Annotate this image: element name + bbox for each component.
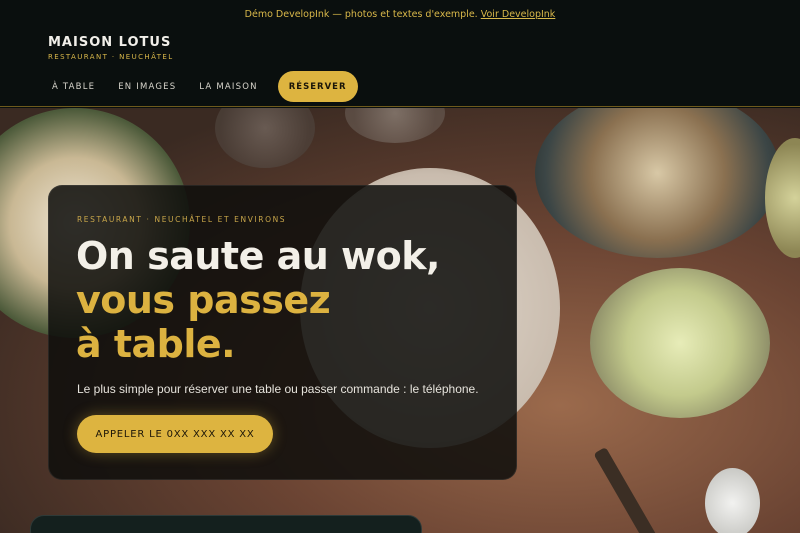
hero-headline: On saute au wok, vous passez à table. [76,234,440,366]
hero-lead: Le plus simple pour réserver une table o… [77,382,479,396]
call-button[interactable]: APPELER LE 0XX XXX XX XX [77,415,273,453]
glass-image [215,108,315,168]
demo-banner-link[interactable]: Voir DevelopInk [481,9,556,20]
lemonade-glass-image [590,268,770,418]
brand-name: MAISON LOTUS [48,35,172,50]
nav-item-la-maison[interactable]: LA MAISON [199,82,257,92]
glass-image-2 [345,108,445,143]
hero-headline-line-1: On saute au wok, [76,234,440,278]
brand-tagline: RESTAURANT · NEUCHÂTEL [48,53,174,61]
rice-bowl-image [535,108,780,258]
nav-item-a-table[interactable]: À TABLE [52,82,95,92]
hero-card: RESTAURANT · NEUCHÂTEL ET ENVIRONS On sa… [48,185,517,480]
chopsticks-image [593,446,661,533]
demo-banner-text: Démo DevelopInk — photos et textes d'exe… [244,9,478,20]
hero-headline-line-3: à table. [76,322,236,366]
nav-item-en-images[interactable]: EN IMAGES [118,82,176,92]
demo-banner: Démo DevelopInk — photos et textes d'exe… [0,0,800,30]
spoon-image [705,468,760,533]
main-nav: À TABLE EN IMAGES LA MAISON RÉSERVER [52,71,358,102]
hero-headline-line-2: vous passez [76,278,331,322]
hero-eyebrow: RESTAURANT · NEUCHÂTEL ET ENVIRONS [77,215,287,224]
brand[interactable]: MAISON LOTUS RESTAURANT · NEUCHÂTEL [48,35,174,61]
next-section-panel [30,515,422,533]
site-header: MAISON LOTUS RESTAURANT · NEUCHÂTEL À TA… [0,30,800,107]
reserve-button[interactable]: RÉSERVER [277,71,358,102]
